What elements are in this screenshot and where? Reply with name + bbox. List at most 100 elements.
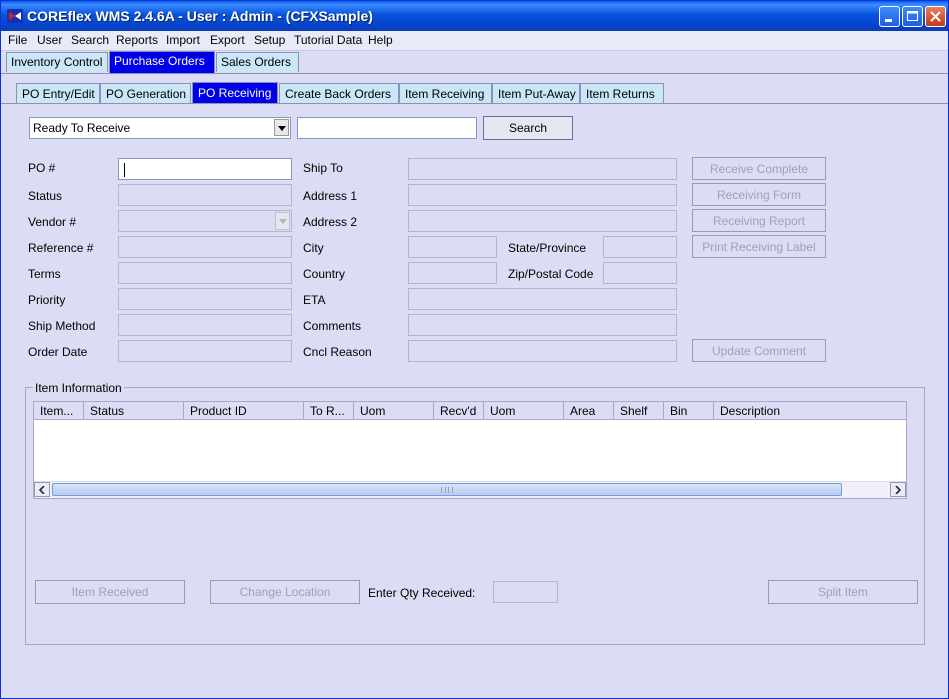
- column-header-bin[interactable]: Bin: [664, 402, 714, 420]
- chevron-right-icon: [895, 486, 901, 494]
- coreflex-app-icon: [7, 9, 23, 23]
- state-field: [603, 236, 677, 258]
- sub-tab-bar: PO Entry/Edit PO Generation PO Receiving…: [1, 82, 948, 104]
- main-tab-bar: Inventory Control Purchase Orders Sales …: [1, 51, 948, 74]
- city-field: [408, 236, 497, 258]
- title-bar[interactable]: COREflex WMS 2.4.6A - User : Admin - (CF…: [1, 1, 948, 31]
- menu-reports[interactable]: Reports: [116, 33, 158, 47]
- cancel-reason-label: Cncl Reason: [303, 345, 372, 359]
- chevron-left-icon: [39, 486, 45, 494]
- receiving-report-button[interactable]: Receiving Report: [692, 209, 826, 232]
- app-window: COREflex WMS 2.4.6A - User : Admin - (CF…: [0, 0, 949, 699]
- close-button[interactable]: [925, 6, 946, 27]
- priority-field: [118, 288, 292, 310]
- column-header-description[interactable]: Description: [714, 402, 906, 420]
- tab-po-entry-edit[interactable]: PO Entry/Edit: [16, 83, 100, 103]
- vendor-dropdown-arrow[interactable]: [275, 212, 290, 230]
- vendor-label: Vendor #: [28, 215, 77, 229]
- vendor-dropdown[interactable]: [118, 210, 292, 232]
- column-header-item[interactable]: Item...: [34, 402, 84, 420]
- address1-field: [408, 184, 677, 206]
- update-comment-button[interactable]: Update Comment: [692, 339, 826, 362]
- menu-setup[interactable]: Setup: [254, 33, 285, 47]
- menu-help[interactable]: Help: [368, 33, 393, 47]
- column-header-uom[interactable]: Uom: [354, 402, 434, 420]
- menu-import[interactable]: Import: [166, 33, 200, 47]
- close-icon: [930, 11, 941, 22]
- address1-label: Address 1: [303, 189, 358, 203]
- address2-label: Address 2: [303, 215, 358, 229]
- print-receiving-label-button[interactable]: Print Receiving Label: [692, 235, 826, 258]
- tab-create-back-orders[interactable]: Create Back Orders: [279, 83, 399, 103]
- split-item-button[interactable]: Split Item: [768, 580, 918, 604]
- scrollbar-thumb[interactable]: [52, 483, 842, 496]
- eta-field: [408, 288, 677, 310]
- window-title: COREflex WMS 2.4.6A - User : Admin - (CF…: [27, 8, 373, 24]
- menu-user[interactable]: User: [37, 33, 62, 47]
- chevron-down-icon: [279, 219, 287, 224]
- item-table[interactable]: Item... Status Product ID To R... Uom Re…: [33, 401, 907, 499]
- comments-field: [408, 314, 677, 336]
- item-information-title: Item Information: [33, 381, 124, 395]
- column-header-shelf[interactable]: Shelf: [614, 402, 664, 420]
- status-filter-value: Ready To Receive: [33, 121, 131, 135]
- tab-item-put-away[interactable]: Item Put-Away: [492, 83, 580, 103]
- reference-field: [118, 236, 292, 258]
- qty-received-label: Enter Qty Received:: [368, 586, 476, 600]
- menu-tutorial-data[interactable]: Tutorial Data: [294, 33, 362, 47]
- comments-label: Comments: [303, 319, 362, 333]
- menu-bar: File User Search Reports Import Export S…: [1, 31, 948, 51]
- status-field: [118, 184, 292, 206]
- receive-complete-button[interactable]: Receive Complete: [692, 157, 826, 180]
- priority-label: Priority: [28, 293, 66, 307]
- column-header-to-receive[interactable]: To R...: [304, 402, 354, 420]
- scroll-left-button[interactable]: [34, 482, 50, 497]
- order-date-field: [118, 340, 292, 362]
- minimize-button[interactable]: [879, 6, 900, 27]
- tab-po-generation[interactable]: PO Generation: [100, 83, 191, 103]
- column-header-received[interactable]: Recv'd: [434, 402, 484, 420]
- country-field: [408, 262, 497, 284]
- maximize-button[interactable]: [902, 6, 923, 27]
- status-filter-dropdown[interactable]: Ready To Receive: [29, 117, 291, 139]
- column-header-area[interactable]: Area: [564, 402, 614, 420]
- zip-field: [603, 262, 677, 284]
- po-number-label: PO #: [28, 161, 56, 175]
- country-label: Country: [303, 267, 346, 281]
- menu-search[interactable]: Search: [71, 33, 109, 47]
- state-label: State/Province: [508, 241, 587, 255]
- tab-purchase-orders[interactable]: Purchase Orders: [109, 51, 215, 73]
- eta-label: ETA: [303, 293, 326, 307]
- zip-label: Zip/Postal Code: [508, 267, 594, 281]
- po-number-input[interactable]: [118, 158, 292, 180]
- receiving-form-button[interactable]: Receiving Form: [692, 183, 826, 206]
- search-button[interactable]: Search: [483, 116, 573, 140]
- tab-po-receiving[interactable]: PO Receiving: [192, 82, 278, 103]
- ship-to-field: [408, 158, 677, 180]
- tab-inventory-control[interactable]: Inventory Control: [6, 52, 108, 72]
- search-input[interactable]: [297, 117, 477, 139]
- change-location-button[interactable]: Change Location: [210, 580, 360, 604]
- cancel-reason-field: [408, 340, 677, 362]
- ship-method-field: [118, 314, 292, 336]
- status-label: Status: [28, 189, 63, 203]
- scroll-right-button[interactable]: [890, 482, 906, 497]
- text-caret: [124, 163, 125, 177]
- address2-field: [408, 210, 677, 232]
- city-label: City: [303, 241, 324, 255]
- dropdown-arrow[interactable]: [274, 119, 289, 136]
- tab-item-returns[interactable]: Item Returns: [580, 83, 664, 103]
- ship-to-label: Ship To: [303, 161, 343, 175]
- qty-received-field[interactable]: [493, 581, 558, 603]
- tab-sales-orders[interactable]: Sales Orders: [216, 52, 299, 72]
- item-received-button[interactable]: Item Received: [35, 580, 185, 604]
- menu-export[interactable]: Export: [210, 33, 245, 47]
- column-header-status[interactable]: Status: [84, 402, 184, 420]
- column-header-product-id[interactable]: Product ID: [184, 402, 304, 420]
- tab-item-receiving[interactable]: Item Receiving: [399, 83, 492, 103]
- column-header-uom-2[interactable]: Uom: [484, 402, 564, 420]
- terms-field: [118, 262, 292, 284]
- maximize-icon: [907, 11, 918, 21]
- horizontal-scrollbar[interactable]: [34, 481, 906, 498]
- menu-file[interactable]: File: [8, 33, 27, 47]
